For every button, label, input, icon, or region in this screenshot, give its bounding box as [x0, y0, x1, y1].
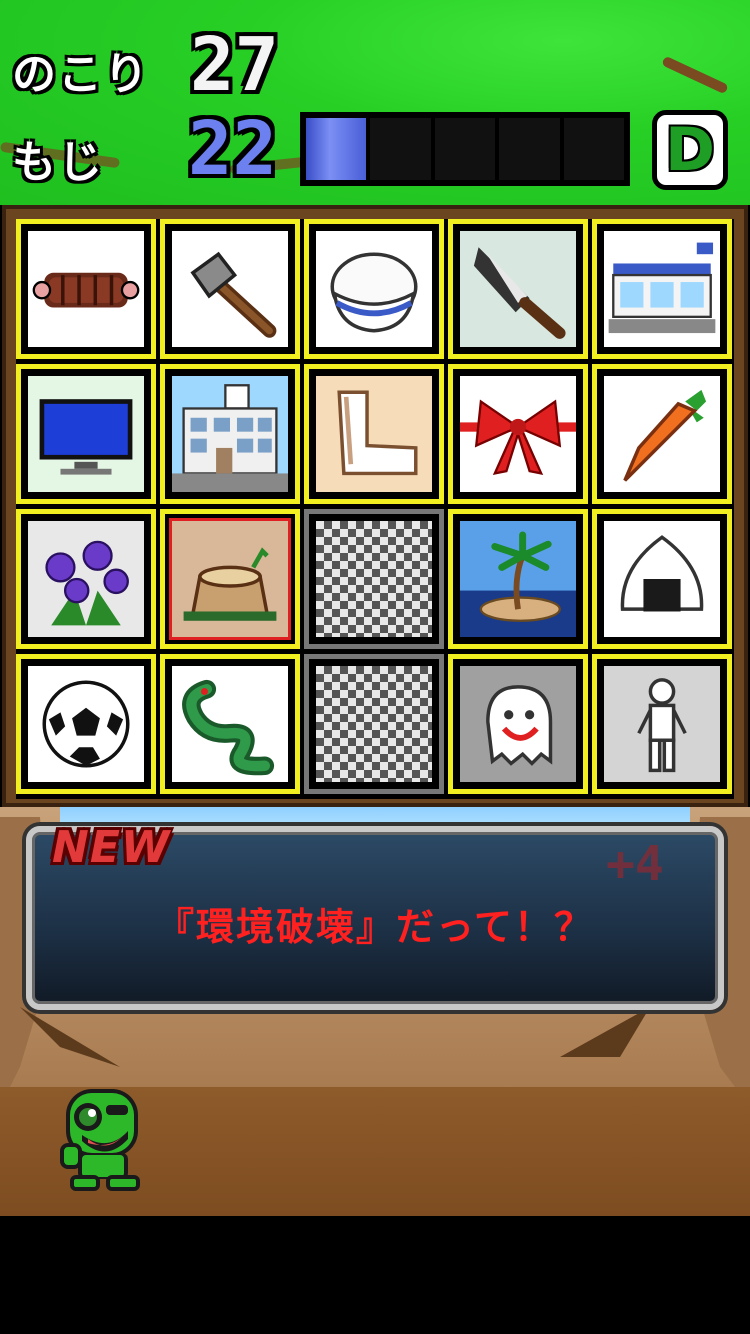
picture-card[interactable] — [16, 364, 156, 504]
kitchen-knife-icon — [457, 228, 579, 350]
picture-card[interactable] — [304, 219, 444, 359]
stick-figure-icon — [601, 663, 723, 785]
picture-card[interactable] — [592, 219, 732, 359]
axe-icon — [169, 228, 291, 350]
picture-card[interactable] — [16, 219, 156, 359]
hidden-card[interactable] — [304, 509, 444, 649]
tree-stump-icon — [169, 518, 291, 640]
school-building-icon — [169, 373, 291, 495]
hidden-card[interactable] — [304, 654, 444, 794]
rank-badge: D — [652, 110, 728, 190]
bent-leg-icon — [313, 373, 435, 495]
picture-card[interactable] — [448, 364, 588, 504]
bonus-indicator: +4 — [606, 836, 664, 892]
onigiri-icon — [601, 518, 723, 640]
snake-icon — [169, 663, 291, 785]
picture-card[interactable] — [160, 364, 300, 504]
picture-card[interactable] — [16, 509, 156, 649]
soccer-ball-icon — [25, 663, 147, 785]
message-text: 『環境破壊』だって！？ — [155, 905, 595, 949]
picture-card[interactable] — [160, 509, 300, 649]
picture-card[interactable] — [304, 364, 444, 504]
meter-segment — [306, 118, 367, 180]
palm-island-icon — [457, 518, 579, 640]
frog-character-icon — [60, 1089, 140, 1191]
hidden-tile-icon — [313, 518, 435, 640]
carrot-icon — [601, 373, 723, 495]
new-badge: NEW — [52, 822, 171, 873]
television-icon — [25, 373, 147, 495]
chars-label: もじ — [12, 137, 104, 188]
picture-card[interactable] — [448, 654, 588, 794]
status-bar: のこり 27 もじ 22 D — [0, 0, 750, 205]
picture-card[interactable] — [592, 364, 732, 504]
meter-segment — [499, 118, 560, 180]
game-screen: のこり 27 もじ 22 D NEW +4 『環境破壊』だって！？ — [0, 0, 750, 1216]
picture-card[interactable] — [592, 654, 732, 794]
picture-card[interactable] — [16, 654, 156, 794]
picture-card[interactable] — [592, 509, 732, 649]
picture-card[interactable] — [448, 219, 588, 359]
card-board — [2, 205, 748, 807]
remaining-count: 27 — [190, 22, 280, 108]
picture-card[interactable] — [160, 219, 300, 359]
remaining-label: のこり — [12, 49, 150, 100]
picture-card[interactable] — [448, 509, 588, 649]
branch-decoration — [661, 55, 729, 95]
purple-flower-icon — [25, 518, 147, 640]
hidden-tile-icon — [313, 663, 435, 785]
meat-icon — [25, 228, 147, 350]
red-ribbon-icon — [457, 373, 579, 495]
picture-card[interactable] — [160, 654, 300, 794]
meter-segment — [563, 118, 625, 180]
meter-segment — [434, 118, 496, 180]
meter-segment — [370, 118, 431, 180]
ghost-icon — [457, 663, 579, 785]
chars-count: 22 — [188, 106, 278, 192]
convenience-store-icon — [601, 228, 723, 350]
card-grid — [16, 219, 734, 799]
rice-bowl-icon — [313, 228, 435, 350]
progress-meter — [300, 112, 630, 186]
